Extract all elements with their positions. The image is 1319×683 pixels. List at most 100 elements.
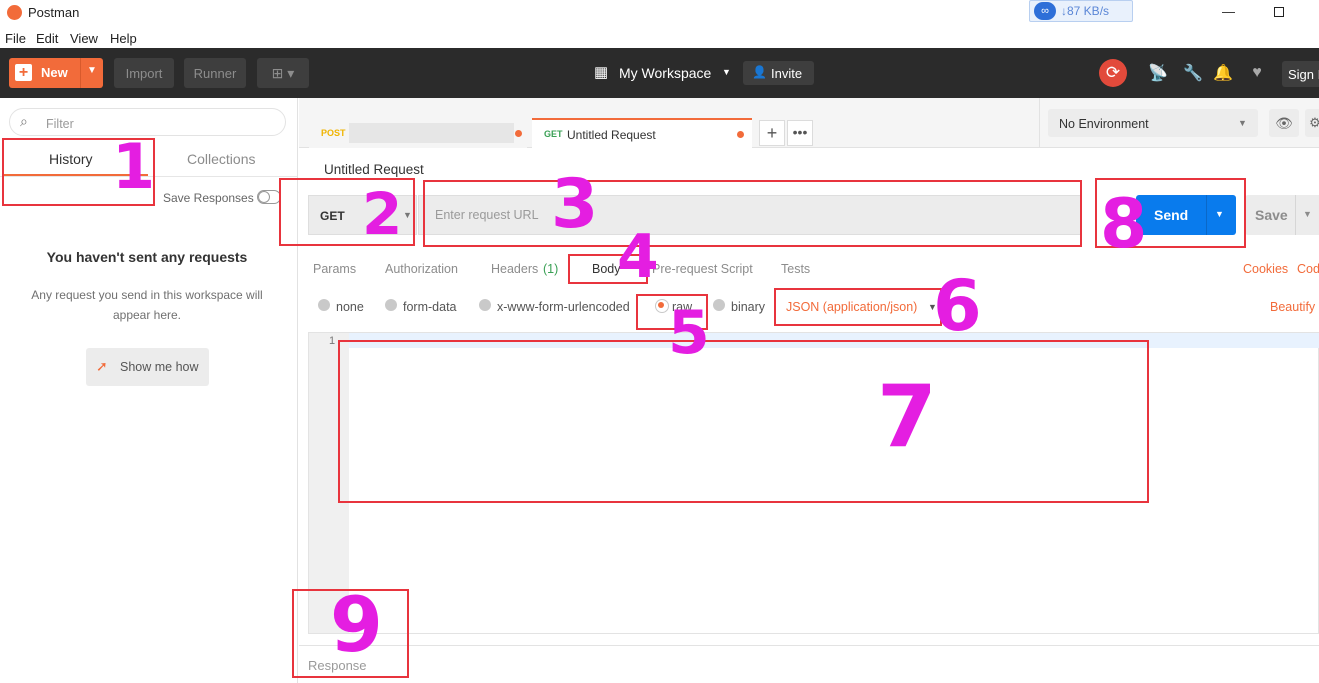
filter-placeholder: Filter xyxy=(46,117,74,131)
tab-authorization[interactable]: Authorization xyxy=(385,262,458,276)
new-tab-button[interactable]: + xyxy=(759,120,785,146)
show-me-how-label: Show me how xyxy=(120,360,199,374)
sync-icon[interactable]: ⟳ xyxy=(1099,59,1127,87)
new-button-label: New xyxy=(41,65,68,80)
environment-label: No Environment xyxy=(1059,117,1149,131)
new-window-icon: ⊞ ▾ xyxy=(271,64,295,81)
new-window-button[interactable]: ⊞ ▾ xyxy=(257,58,309,88)
tab-collections[interactable]: Collections xyxy=(187,151,255,167)
menu-view[interactable]: View xyxy=(70,31,98,46)
chevron-down-icon[interactable]: ▼ xyxy=(87,65,97,76)
header-toolbar: + New ▼ Import Runner ⊞ ▾ ▦ My Workspace… xyxy=(0,48,1319,98)
environment-bar: No Environment ▼ 👁 ⚙ xyxy=(1039,98,1319,148)
request-title: Untitled Request xyxy=(324,162,424,177)
method-label: GET xyxy=(320,209,345,223)
beautify-link[interactable]: Beautify xyxy=(1270,300,1315,314)
tab-prerequest-script[interactable]: Pre-request Script xyxy=(652,262,753,276)
new-button[interactable]: + New ▼ xyxy=(9,58,103,88)
unsaved-dot-icon xyxy=(515,130,522,137)
runner-button-label: Runner xyxy=(193,65,237,81)
runner-button[interactable]: Runner xyxy=(184,58,246,88)
url-input[interactable]: Enter request URL xyxy=(418,195,1082,235)
chevron-down-icon[interactable]: ▼ xyxy=(1303,209,1312,219)
tab-tests[interactable]: Tests xyxy=(781,262,810,276)
tab-name: Untitled Request xyxy=(567,128,656,142)
headers-count-badge: (1) xyxy=(543,262,559,276)
cookies-link[interactable]: Cookies xyxy=(1243,262,1288,276)
line-number: 1 xyxy=(329,335,336,347)
postman-logo-icon xyxy=(7,5,22,20)
tab-params[interactable]: Params xyxy=(313,262,356,276)
cloud-icon: ∞ xyxy=(1034,2,1056,20)
radio-raw-label: raw xyxy=(672,300,693,314)
unsaved-dot-icon xyxy=(737,131,744,138)
workspace-switcher[interactable]: ▦ My Workspace ▼ xyxy=(592,62,734,84)
bell-icon[interactable]: 🔔 xyxy=(1212,62,1234,84)
radio-urlencoded-label: x-www-form-urlencoded xyxy=(497,300,630,314)
sign-in-button[interactable]: Sign I xyxy=(1282,61,1319,87)
send-button-label: Send xyxy=(1154,207,1189,223)
tab-get-request[interactable]: GET Untitled Request xyxy=(532,118,752,149)
content-type-select[interactable]: JSON (application/json) ▼ xyxy=(782,296,942,316)
chevron-down-icon[interactable]: ▼ xyxy=(1215,209,1224,219)
empty-state-title: You haven't sent any requests xyxy=(46,249,248,265)
sidebar: ⌕ Filter History Collections Save Respon… xyxy=(0,98,298,683)
window-title: Postman xyxy=(28,5,80,20)
search-icon: ⌕ xyxy=(20,113,28,129)
radio-none[interactable] xyxy=(318,299,330,311)
chevron-down-icon: ▼ xyxy=(928,302,937,312)
more-tabs-button[interactable]: ••• xyxy=(787,120,813,146)
menu-bar: File Edit View Help xyxy=(0,28,1319,48)
filter-input[interactable]: ⌕ Filter xyxy=(9,108,286,136)
show-me-how-button[interactable]: ➚ Show me how xyxy=(86,348,209,386)
url-placeholder: Enter request URL xyxy=(435,208,539,222)
heart-icon[interactable]: ♥ xyxy=(1246,62,1268,84)
grid-icon: ▦ xyxy=(594,64,609,81)
gear-icon[interactable]: ⚙ xyxy=(1305,109,1319,137)
network-speed-text: ↓87 KB/s xyxy=(1061,4,1110,18)
empty-state-text: Any request you send in this workspace w… xyxy=(31,288,263,322)
eye-button[interactable]: 👁 xyxy=(1269,109,1299,137)
sign-in-label: Sign I xyxy=(1288,67,1319,82)
chevron-down-icon: ▼ xyxy=(1238,118,1247,128)
method-select[interactable]: GET ▼ xyxy=(308,195,417,235)
import-button[interactable]: Import xyxy=(114,58,174,88)
tab-history[interactable]: History xyxy=(49,151,93,167)
save-responses-toggle[interactable] xyxy=(257,190,281,204)
blurred-tab-name xyxy=(349,123,514,143)
response-label: Response xyxy=(308,658,367,673)
cursor-click-icon: ➚ xyxy=(96,358,108,374)
maximize-button[interactable] xyxy=(1274,7,1284,17)
add-user-icon: 👤 xyxy=(752,65,767,79)
request-tab-bar: POST GET Untitled Request + ••• xyxy=(299,98,1039,149)
tab-body[interactable]: Body xyxy=(592,262,621,276)
network-speed-widget: ∞ ↓87 KB/s xyxy=(1029,0,1133,22)
editor-gutter: 1 xyxy=(309,333,349,633)
minimize-button[interactable]: — xyxy=(1222,4,1235,19)
radio-binary[interactable] xyxy=(713,299,725,311)
workspace-label: My Workspace xyxy=(619,65,712,81)
import-button-label: Import xyxy=(125,65,163,81)
menu-edit[interactable]: Edit xyxy=(36,31,58,46)
tab-post-request[interactable]: POST xyxy=(309,119,527,148)
window-title-bar: Postman ∞ ↓87 KB/s — xyxy=(0,0,1319,28)
tab-headers[interactable]: Headers xyxy=(491,262,538,276)
save-button[interactable]: Save ▼ xyxy=(1245,195,1319,235)
environment-select[interactable]: No Environment ▼ xyxy=(1048,109,1258,137)
invite-button[interactable]: 👤 Invite xyxy=(743,61,814,85)
menu-file[interactable]: File xyxy=(5,31,26,46)
code-link[interactable]: Code xyxy=(1297,262,1319,276)
send-button[interactable]: Send ▼ xyxy=(1136,195,1236,235)
satellite-icon[interactable]: 📡 xyxy=(1147,62,1169,84)
wrench-icon[interactable]: 🔧 xyxy=(1182,62,1204,84)
menu-help[interactable]: Help xyxy=(110,31,137,46)
radio-urlencoded[interactable] xyxy=(479,299,491,311)
body-editor[interactable]: 1 xyxy=(308,332,1319,634)
tab-method: GET xyxy=(544,129,563,139)
plus-icon: + xyxy=(15,64,32,81)
radio-form-data-label: form-data xyxy=(403,300,457,314)
radio-raw[interactable] xyxy=(655,299,669,313)
radio-form-data[interactable] xyxy=(385,299,397,311)
radio-none-label: none xyxy=(336,300,364,314)
chevron-down-icon: ▼ xyxy=(403,210,412,220)
